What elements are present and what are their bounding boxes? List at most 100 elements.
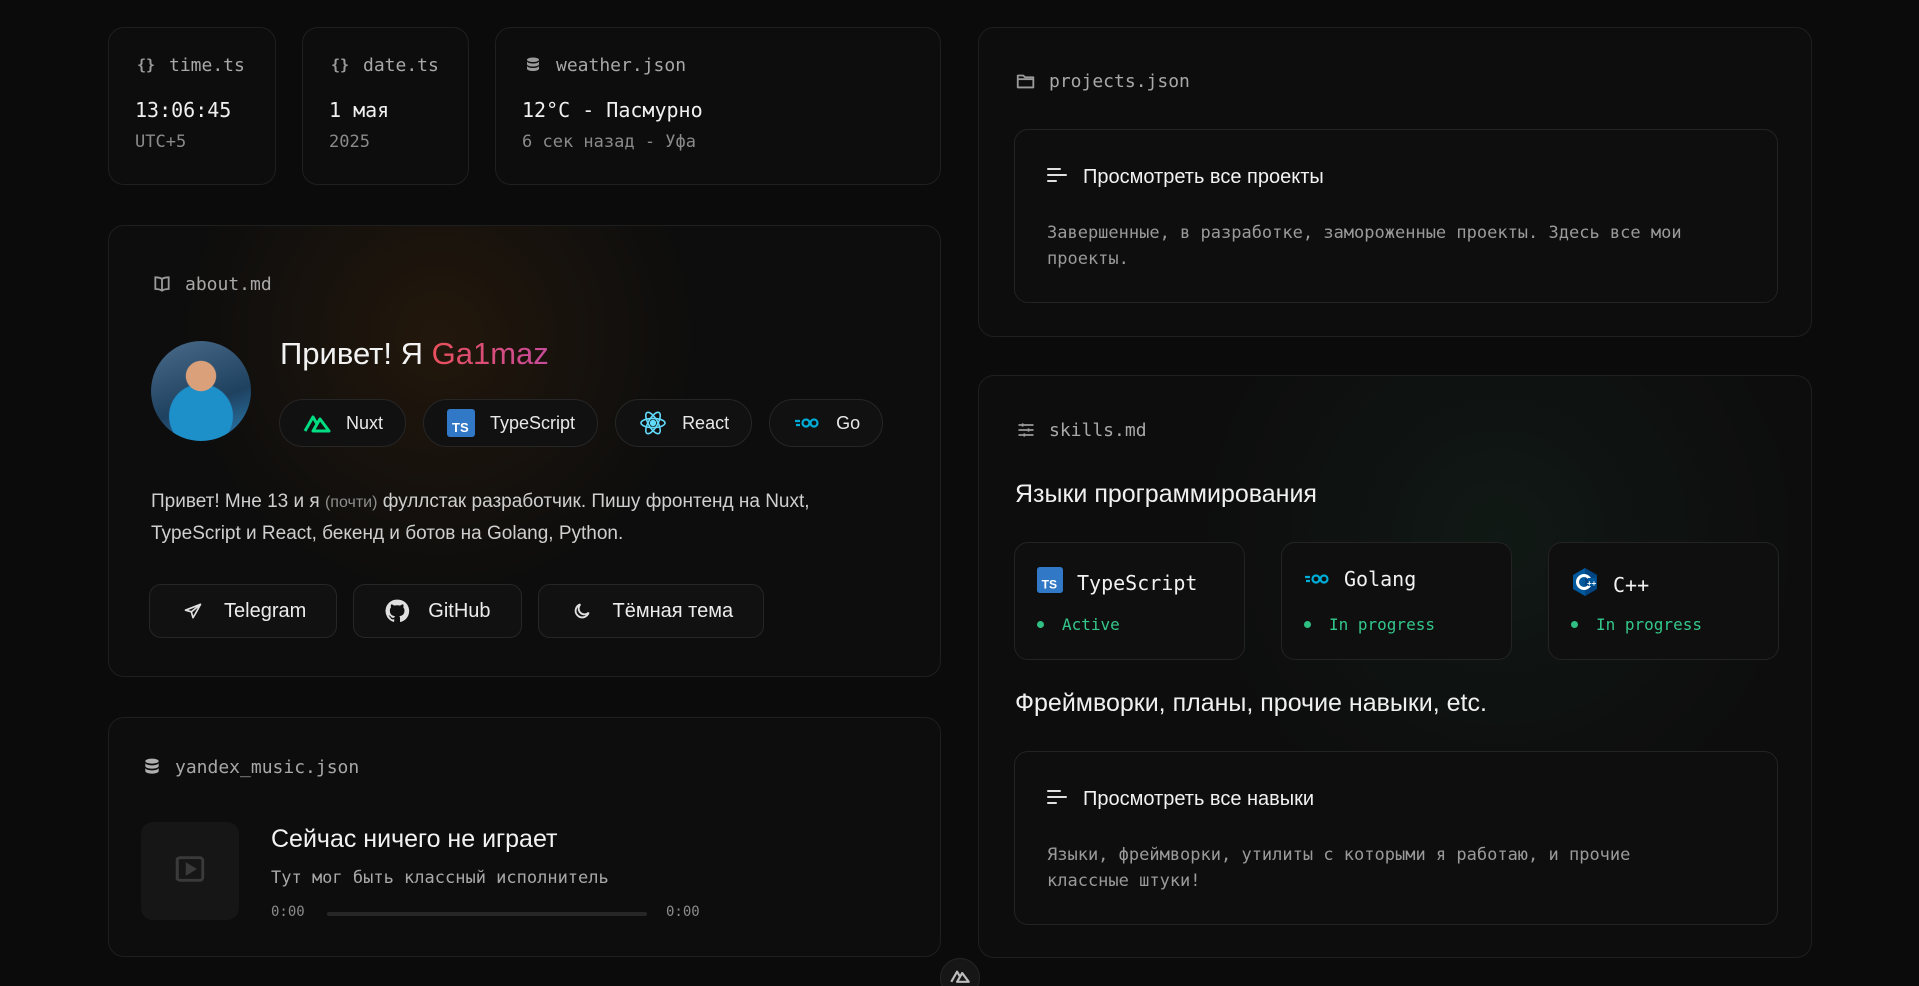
tech-pill-typescript[interactable]: TS TypeScript — [423, 399, 599, 447]
file-name: projects.json — [1049, 70, 1190, 92]
avatar — [151, 341, 251, 441]
file-header: weather.json — [522, 54, 686, 76]
link-label: GitHub — [428, 599, 491, 622]
language-name: Golang — [1304, 567, 1416, 591]
language-name: ++ C++ — [1571, 567, 1649, 602]
theme-toggle-button[interactable]: Тёмная тема — [537, 584, 765, 638]
github-icon — [384, 598, 410, 624]
frameworks-heading: Фреймворки, планы, прочие навыки, etc. — [1015, 689, 1487, 717]
card-title: Просмотреть все навыки — [1047, 788, 1314, 811]
tech-stack: Nuxt TS TypeScript React Go — [279, 399, 884, 447]
go-icon — [1304, 567, 1330, 591]
typescript-icon: TS — [1037, 567, 1063, 598]
tech-label: React — [682, 412, 730, 433]
status-label: In progress — [1596, 615, 1702, 634]
file-name: yandex_music.json — [175, 756, 360, 778]
time-elapsed: 0:00 — [271, 904, 305, 920]
nuxt-icon — [949, 968, 971, 986]
svg-text:TS: TS — [452, 420, 469, 435]
language-status: In progress — [1304, 615, 1435, 634]
file-name: time.ts — [169, 54, 245, 76]
progress-bar[interactable] — [327, 912, 647, 916]
file-header: projects.json — [1015, 70, 1190, 92]
tech-pill-go[interactable]: Go — [769, 399, 884, 447]
cpp-icon: ++ — [1571, 567, 1599, 602]
language-card-typescript[interactable]: TS TypeScript Active — [1014, 542, 1245, 660]
database-icon — [141, 756, 163, 778]
languages-heading: Языки программирования — [1015, 480, 1317, 508]
language-status: Active — [1037, 615, 1120, 634]
about-card: about.md Привет! Я Ga1maz Nuxt TS TypeSc… — [108, 225, 941, 677]
status-label: In progress — [1329, 615, 1435, 634]
weather-value: 12°C - Пасмурно — [522, 98, 703, 122]
card-description: Завершенные, в разработке, замороженные … — [1047, 223, 1682, 269]
file-name: about.md — [185, 273, 272, 295]
tech-pill-nuxt[interactable]: Nuxt — [279, 399, 407, 447]
sliders-icon — [1015, 419, 1037, 441]
tech-label: TypeScript — [490, 412, 576, 433]
card-description: Языки, фреймворки, утилиты с которыми я … — [1047, 845, 1631, 891]
music-card: yandex_music.json Сейчас ничего не играе… — [108, 717, 941, 957]
file-header: about.md — [151, 273, 272, 295]
status-dot — [1304, 621, 1311, 628]
view-skills-card[interactable]: Просмотреть все навыки Языки, фреймворки… — [1014, 751, 1778, 925]
link-label: Тёмная тема — [612, 599, 734, 622]
list-icon — [1047, 788, 1067, 811]
file-header: skills.md — [1015, 419, 1147, 441]
language-card-cpp[interactable]: ++ C++ In progress — [1548, 542, 1779, 660]
time-card: {} time.ts 13:06:45 UTC+5 — [108, 27, 276, 185]
language-status: In progress — [1571, 615, 1702, 634]
file-header: yandex_music.json — [141, 756, 359, 778]
year: 2025 — [329, 132, 370, 152]
status-label: Active — [1062, 615, 1120, 634]
social-links: Telegram GitHub Тёмная тема — [149, 584, 765, 638]
status-dot — [1571, 621, 1578, 628]
file-name: date.ts — [363, 54, 439, 76]
greeting-heading: Привет! Я Ga1maz — [280, 336, 549, 372]
tech-label: Nuxt — [346, 412, 384, 433]
album-cover — [141, 822, 239, 920]
telegram-button[interactable]: Telegram — [149, 584, 338, 638]
nuxt-icon — [302, 408, 332, 438]
tech-label: Go — [836, 412, 861, 433]
status-dot — [1037, 621, 1044, 628]
timezone: UTC+5 — [135, 132, 187, 152]
folder-icon — [1015, 70, 1037, 92]
track-title: Сейчас ничего не играет — [271, 825, 558, 853]
nuxt-devtools-button[interactable] — [940, 958, 980, 986]
file-header: {} date.ts — [329, 54, 439, 76]
card-title-text: Просмотреть все проекты — [1083, 166, 1324, 188]
svg-text:++: ++ — [1587, 579, 1597, 588]
weather-card: weather.json 12°C - Пасмурно 6 сек назад… — [495, 27, 941, 185]
file-header: {} time.ts — [135, 54, 245, 76]
braces-icon: {} — [136, 56, 156, 74]
language-card-golang[interactable]: Golang In progress — [1281, 542, 1512, 660]
weather-updated: 6 сек назад - Уфа — [522, 132, 696, 152]
braces-icon: {} — [330, 56, 350, 74]
tech-pill-react[interactable]: React — [615, 399, 753, 447]
nickname: Ga1maz — [431, 336, 549, 371]
svg-text:TS: TS — [1042, 577, 1057, 591]
time-total: 0:00 — [666, 904, 700, 920]
language-label: Golang — [1344, 567, 1417, 591]
list-icon — [1047, 166, 1067, 189]
skills-card: skills.md Языки программирования TS Type… — [978, 375, 1812, 958]
database-icon — [522, 54, 544, 76]
projects-card: projects.json Просмотреть все проекты За… — [978, 27, 1812, 337]
github-button[interactable]: GitHub — [353, 584, 522, 638]
language-name: TS TypeScript — [1037, 567, 1197, 598]
file-name: skills.md — [1049, 419, 1147, 441]
file-name: weather.json — [556, 54, 687, 76]
time-value: 13:06:45 — [135, 98, 232, 122]
view-projects-card[interactable]: Просмотреть все проекты Завершенные, в р… — [1014, 129, 1778, 303]
date-value: 1 мая — [329, 98, 390, 122]
video-play-icon — [173, 852, 207, 891]
track-artist: Тут мог быть классный исполнитель — [271, 868, 609, 888]
typescript-icon: TS — [446, 408, 476, 438]
go-icon — [792, 408, 822, 438]
bio-start: Привет! Мне 13 и я — [151, 491, 325, 512]
language-label: TypeScript — [1077, 570, 1198, 595]
languages-list: TS TypeScript Active Golang In progress — [1014, 542, 1779, 660]
greeting-text: Привет! Я — [280, 336, 432, 371]
react-icon — [638, 408, 668, 438]
